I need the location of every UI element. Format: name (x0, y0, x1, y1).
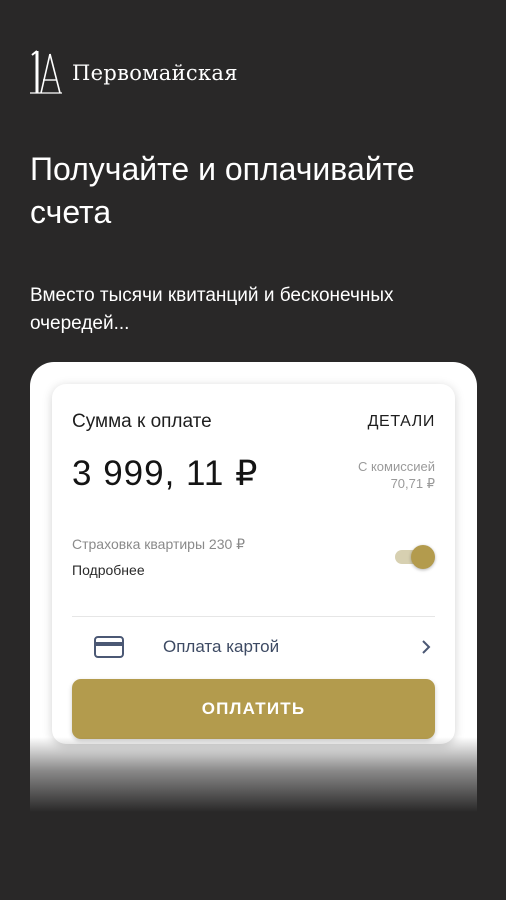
phone-screen-preview: Сумма к оплате ДЕТАЛИ 3 999, 11 ₽ С коми… (30, 362, 477, 812)
onboarding-title: Получайте и оплачивайте счета (30, 151, 415, 230)
payment-method-label: Оплата картой (163, 637, 280, 656)
ia-monogram-icon (30, 50, 62, 94)
app-logo: Первомайская (28, 48, 238, 98)
details-link[interactable]: ДЕТАЛИ (368, 413, 435, 431)
credit-card-icon (94, 636, 124, 658)
commission-info: С комиссией 70,71 ₽ (358, 458, 435, 492)
pay-button[interactable]: ОПЛАТИТЬ (72, 679, 435, 739)
chevron-right-icon (422, 640, 431, 654)
payment-card: Сумма к оплате ДЕТАЛИ 3 999, 11 ₽ С коми… (52, 384, 455, 744)
payment-method-row[interactable]: Оплата картой (52, 617, 455, 679)
more-info-link[interactable]: Подробнее (72, 562, 145, 578)
commission-label: С комиссией (357, 459, 435, 474)
bottom-fade-overlay (30, 737, 477, 812)
onboarding-subtitle: Вместо тысячи квитанций и бесконечных оч… (30, 285, 394, 334)
insurance-text: Страховка квартиры 230 ₽ (72, 536, 246, 552)
insurance-toggle[interactable] (395, 544, 435, 570)
commission-value: 70,71 ₽ (390, 476, 435, 491)
toggle-thumb (411, 545, 435, 569)
amount-due-title: Сумма к оплате (72, 411, 212, 432)
logo-text: Первомайская (72, 61, 238, 85)
amount-due-value: 3 999, 11 ₽ (72, 454, 259, 493)
